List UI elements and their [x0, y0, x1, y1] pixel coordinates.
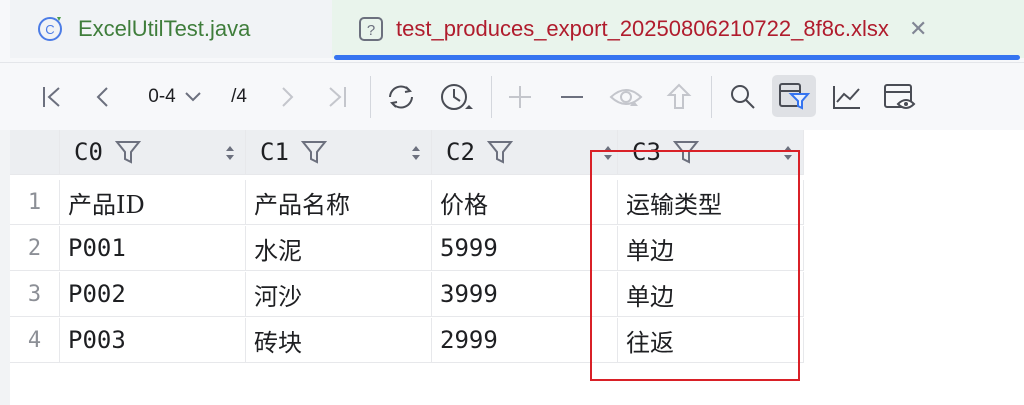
delete-row-button[interactable] — [556, 81, 588, 113]
gutter — [0, 130, 10, 405]
data-editor-toolbar: 0-4 /4 — [0, 63, 1024, 130]
filter-icon — [486, 141, 513, 164]
filter-icon — [114, 141, 141, 164]
table-cell[interactable]: P002 — [60, 272, 246, 317]
column-name: C0 — [74, 138, 103, 166]
page-range: 0-4 — [148, 86, 176, 107]
table-cell[interactable]: P001 — [60, 226, 246, 271]
next-page-button[interactable] — [274, 81, 300, 113]
table-view-icon — [884, 84, 916, 109]
search-button[interactable] — [728, 81, 758, 113]
filter-table-icon — [779, 83, 811, 110]
highlight-box — [590, 150, 800, 381]
toolbar-separator — [370, 76, 371, 118]
row-number[interactable]: 2 — [10, 226, 60, 271]
chart-button[interactable] — [830, 81, 864, 113]
row-number[interactable]: 4 — [10, 318, 60, 363]
last-page-button[interactable] — [322, 81, 352, 113]
clock-icon — [441, 84, 473, 110]
table-cell[interactable]: 水泥 — [246, 226, 432, 271]
previous-page-button[interactable] — [90, 81, 116, 113]
eye-icon — [609, 89, 643, 106]
table-cell[interactable]: 砖块 — [246, 318, 432, 363]
chevron-right-icon — [282, 87, 294, 107]
sort-icon — [412, 146, 420, 160]
search-icon — [731, 85, 755, 109]
active-tab-indicator — [334, 55, 1020, 60]
column-header-c1[interactable]: C1 — [246, 130, 432, 175]
column-header-c0[interactable]: C0 — [60, 130, 246, 175]
refresh-icon — [389, 85, 413, 109]
toolbar-separator — [491, 76, 492, 118]
svg-text:C: C — [45, 22, 54, 37]
page-size-dropdown[interactable]: 0-4 — [140, 81, 210, 113]
line-chart-icon — [833, 86, 860, 109]
filter-icon — [300, 141, 327, 164]
plus-icon — [509, 86, 531, 108]
view-options-button[interactable] — [882, 81, 918, 113]
editor-tab-bar: C ExcelUtilTest.java ? test_produces_exp… — [0, 0, 1024, 62]
add-row-button[interactable] — [504, 81, 536, 113]
chevron-down-icon — [185, 92, 201, 102]
table-cell[interactable]: 产品名称 — [246, 180, 432, 225]
column-name: C2 — [446, 138, 475, 166]
refresh-button[interactable] — [383, 81, 419, 113]
tab-label: ExcelUtilTest.java — [78, 16, 251, 41]
sort-icon — [226, 146, 234, 160]
corner-cell — [10, 130, 60, 175]
tab-excelutiltest-java[interactable]: C ExcelUtilTest.java — [10, 0, 332, 58]
page-total: /4 — [231, 86, 247, 107]
toolbar-separator — [711, 76, 712, 118]
last-page-icon — [329, 87, 346, 107]
filter-toggle-button[interactable] — [772, 75, 816, 117]
svg-text:?: ? — [367, 22, 375, 39]
submit-button[interactable] — [664, 81, 694, 113]
first-page-icon — [43, 87, 60, 107]
tab-label: test_produces_export_20250806210722_8f8c… — [396, 16, 889, 41]
column-name: C1 — [260, 138, 289, 166]
row-number[interactable]: 1 — [10, 180, 60, 225]
minus-icon — [561, 96, 583, 98]
preview-changes-button[interactable] — [608, 81, 644, 113]
table-cell[interactable]: P003 — [60, 318, 246, 363]
close-tab-icon[interactable]: ✕ — [909, 16, 927, 42]
table-cell[interactable]: 产品ID — [60, 180, 246, 225]
table-cell[interactable]: 河沙 — [246, 272, 432, 317]
row-number[interactable]: 3 — [10, 272, 60, 317]
first-page-button[interactable] — [38, 81, 66, 113]
arrow-up-icon — [666, 83, 692, 109]
history-button[interactable] — [438, 81, 478, 113]
unknown-file-icon: ? — [358, 16, 384, 42]
tab-xlsx-file[interactable]: ? test_produces_export_20250806210722_8f… — [332, 0, 1024, 58]
java-class-icon: C — [36, 14, 66, 44]
chevron-left-icon — [96, 87, 108, 107]
